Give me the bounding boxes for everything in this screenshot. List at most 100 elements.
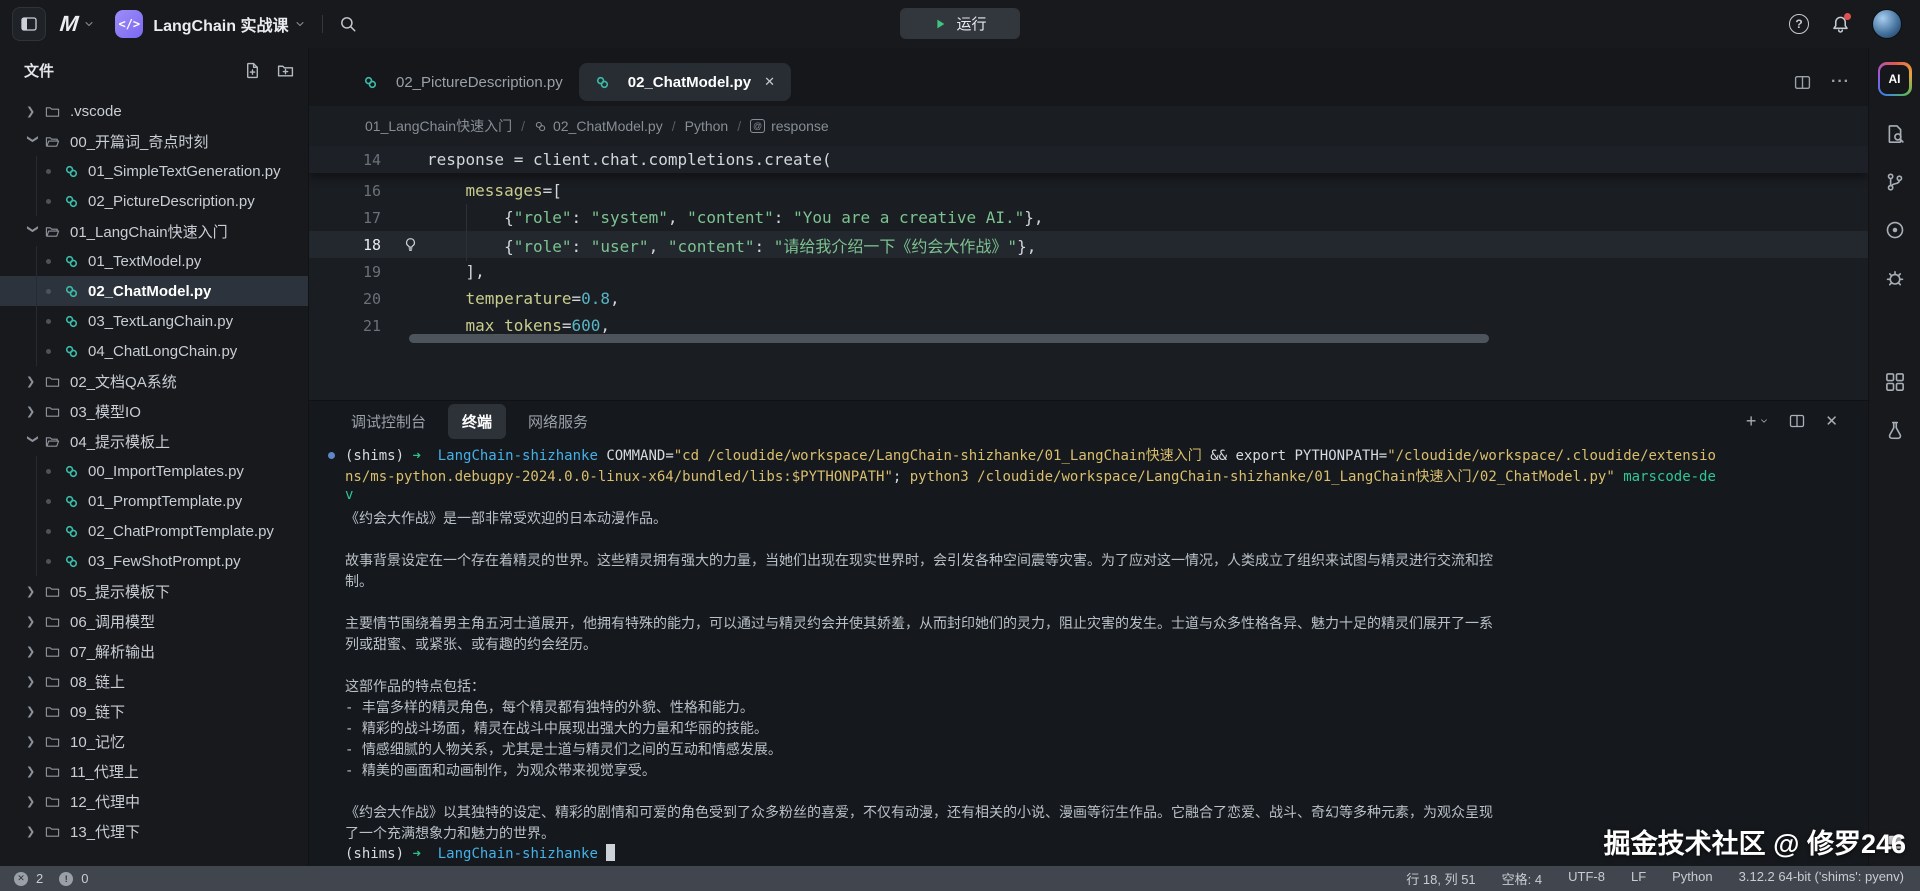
tree-folder-item[interactable]: ❯10_记忆: [0, 726, 308, 756]
tree-folder-item[interactable]: ❯04_提示模板上: [0, 426, 308, 456]
tree-file-item[interactable]: 03_TextLangChain.py: [0, 306, 308, 336]
run-button[interactable]: 运行: [900, 8, 1020, 39]
tree-item-label: 11_代理上: [70, 761, 139, 782]
tree-file-item[interactable]: 01_SimpleTextGeneration.py: [0, 156, 308, 186]
folder-open-icon: [44, 224, 61, 239]
panel-tab-network[interactable]: 网络服务: [514, 404, 602, 439]
new-terminal-icon[interactable]: +: [1746, 412, 1757, 430]
code-line[interactable]: 19 ],: [309, 258, 1868, 285]
breadcrumb-folder[interactable]: 01_LangChain快速入门: [365, 116, 512, 136]
ai-assistant-icon[interactable]: AI: [1878, 62, 1912, 96]
python-file-icon: [363, 75, 378, 90]
breadcrumb-symbol[interactable]: @ response: [750, 118, 829, 134]
code-line[interactable]: 17 {"role": "system", "content": "You ar…: [309, 204, 1868, 231]
tree-folder-item[interactable]: ❯00_开篇词_奇点时刻: [0, 126, 308, 156]
tree-folder-item[interactable]: ❯03_模型IO: [0, 396, 308, 426]
code-text: temperature=0.8,: [427, 289, 1868, 308]
logo-chevron-icon[interactable]: [83, 18, 95, 30]
grid-icon[interactable]: [1885, 372, 1905, 392]
indent-guide: [466, 229, 467, 261]
status-item[interactable]: 行 18, 列 51: [1406, 869, 1475, 888]
tab-chat-model[interactable]: 02_ChatModel.py ✕: [579, 63, 791, 101]
tree-folder-item[interactable]: ❯07_解析输出: [0, 636, 308, 666]
status-item[interactable]: Python: [1672, 869, 1712, 888]
terminal-line: [345, 781, 1848, 802]
terminal-dropdown-chevron-icon[interactable]: [1759, 416, 1769, 426]
main-row: 文件 ❯.vscode❯00_开篇词_奇点时刻01_SimpleTextGene…: [0, 48, 1920, 866]
problems-indicator[interactable]: ✕ 2 ! 0: [14, 871, 88, 886]
flask-icon[interactable]: [1885, 420, 1905, 440]
topbar-divider: [322, 15, 323, 33]
sticky-code-line[interactable]: 14response = client.chat.completions.cre…: [309, 146, 1868, 173]
help-icon[interactable]: ?: [1789, 14, 1809, 34]
code-line[interactable]: 20 temperature=0.8,: [309, 285, 1868, 312]
python-file-icon: [64, 284, 79, 299]
tree-folder-item[interactable]: ❯08_链上: [0, 666, 308, 696]
split-terminal-icon[interactable]: [1789, 413, 1805, 429]
tree-file-item[interactable]: 00_ImportTemplates.py: [0, 456, 308, 486]
project-icon[interactable]: </>: [115, 10, 143, 38]
search-icon[interactable]: [339, 15, 357, 33]
tree-item-label: 01_PromptTemplate.py: [88, 493, 242, 510]
project-name[interactable]: LangChain 实战课: [153, 12, 288, 36]
terminal-token: 《约会大作战》以其独特的设定、精彩的剧情和可爱的角色受到了众多粉丝的喜爱，不仅有…: [345, 805, 1493, 821]
tree-item-label: .vscode: [70, 103, 122, 120]
project-chevron-icon[interactable]: [294, 18, 306, 30]
marscode-logo[interactable]: M: [59, 11, 79, 37]
bug-icon[interactable]: [1885, 268, 1905, 288]
tree-file-item[interactable]: 02_ChatPromptTemplate.py: [0, 516, 308, 546]
panel-tab-debug-console[interactable]: 调试控制台: [337, 404, 440, 439]
tree-file-item[interactable]: 04_ChatLongChain.py: [0, 336, 308, 366]
user-avatar[interactable]: [1872, 9, 1902, 39]
tree-file-item[interactable]: 02_PictureDescription.py: [0, 186, 308, 216]
tree-folder-item[interactable]: ❯13_代理下: [0, 816, 308, 846]
split-editor-icon[interactable]: [1794, 74, 1811, 91]
status-item[interactable]: UTF-8: [1568, 869, 1605, 888]
file-search-icon[interactable]: [1885, 124, 1905, 144]
tree-folder-item[interactable]: ❯01_LangChain快速入门: [0, 216, 308, 246]
status-item[interactable]: 3.12.2 64-bit ('shims': pyenv): [1739, 869, 1904, 888]
status-item[interactable]: 空格: 4: [1502, 869, 1542, 888]
code-line[interactable]: 18 {"role": "user", "content": "请给我介绍一下《…: [309, 231, 1868, 258]
terminal-cursor[interactable]: [606, 844, 615, 861]
tree-file-item[interactable]: 01_TextModel.py: [0, 246, 308, 276]
lightbulb-icon[interactable]: [403, 237, 418, 252]
notifications-bell-icon[interactable]: [1831, 15, 1850, 34]
tree-file-item[interactable]: 03_FewShotPrompt.py: [0, 546, 308, 576]
folder-icon: [44, 584, 61, 599]
tree-folder-item[interactable]: ❯02_文档QA系统: [0, 366, 308, 396]
code-editor[interactable]: 14response = client.chat.completions.cre…: [309, 146, 1868, 400]
horizontal-scrollbar[interactable]: [409, 334, 1489, 343]
tree-folder-item[interactable]: ❯06_调用模型: [0, 606, 308, 636]
new-file-icon[interactable]: [244, 62, 261, 79]
code-line[interactable]: 16 messages=[: [309, 177, 1868, 204]
terminal[interactable]: (shims) ➜ LangChain-shizhanke COMMAND="c…: [309, 441, 1868, 866]
status-item[interactable]: LF: [1631, 869, 1646, 888]
tree-folder-item[interactable]: ❯05_提示模板下: [0, 576, 308, 606]
warnings-count: 0: [81, 871, 88, 886]
tree-folder-item[interactable]: ❯09_链下: [0, 696, 308, 726]
toggle-sidebar-button[interactable]: [12, 7, 46, 41]
git-branch-icon[interactable]: [1885, 172, 1905, 192]
python-file-icon: [64, 314, 79, 329]
more-actions-icon[interactable]: ···: [1831, 73, 1850, 91]
code-text: {"role": "system", "content": "You are a…: [427, 208, 1868, 227]
new-folder-icon[interactable]: [277, 62, 294, 79]
tree-folder-item[interactable]: ❯12_代理中: [0, 786, 308, 816]
panel-tab-terminal[interactable]: 终端: [448, 404, 506, 439]
terminal-token: LangChain-shizhanke: [438, 846, 607, 862]
file-status-dot: [46, 499, 51, 504]
tab-picture-description[interactable]: 02_PictureDescription.py: [347, 63, 579, 101]
tree-file-item[interactable]: 02_ChatModel.py: [0, 276, 308, 306]
tree-folder-item[interactable]: ❯11_代理上: [0, 756, 308, 786]
tab-close-icon[interactable]: ✕: [764, 74, 775, 90]
tree-folder-item[interactable]: ❯.vscode: [0, 96, 308, 126]
record-circle-icon[interactable]: [1885, 220, 1905, 240]
tree-file-item[interactable]: 01_PromptTemplate.py: [0, 486, 308, 516]
file-status-dot: [46, 259, 51, 264]
folder-icon: [44, 644, 61, 659]
breadcrumb-file[interactable]: 02_ChatModel.py: [534, 118, 663, 134]
panel-close-icon[interactable]: ✕: [1825, 412, 1838, 430]
breadcrumb-language[interactable]: Python: [685, 118, 729, 134]
terminal-token: v: [345, 487, 353, 503]
